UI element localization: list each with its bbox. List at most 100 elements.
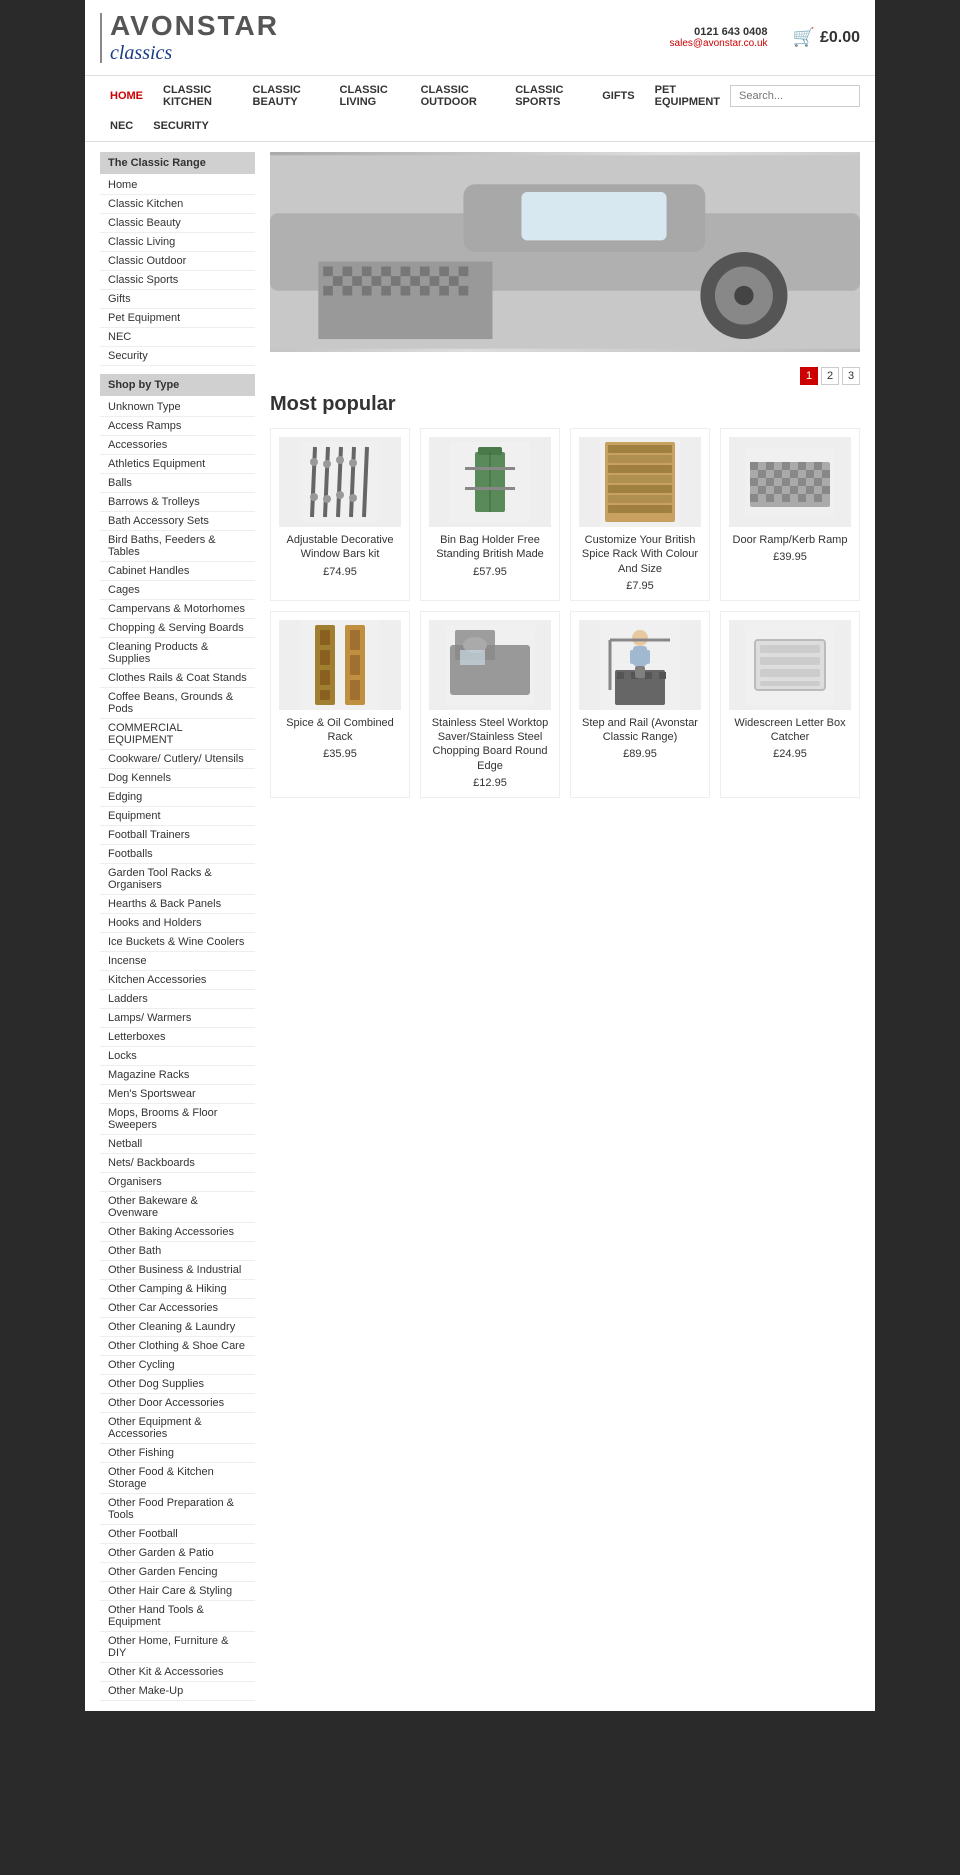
- sidebar-item-classic-kitchen[interactable]: Classic Kitchen: [100, 195, 255, 214]
- sidebar-item-other-door[interactable]: Other Door Accessories: [100, 1394, 255, 1413]
- nav-nec[interactable]: NEC: [100, 116, 143, 136]
- sidebar-item-other-hand-tools[interactable]: Other Hand Tools & Equipment: [100, 1601, 255, 1632]
- sidebar-item-other-baking[interactable]: Other Baking Accessories: [100, 1223, 255, 1242]
- sidebar-item-hearths[interactable]: Hearths & Back Panels: [100, 895, 255, 914]
- product-image: [279, 620, 401, 710]
- sidebar-item-other-home[interactable]: Other Home, Furniture & DIY: [100, 1632, 255, 1663]
- sidebar-item-bath-sets[interactable]: Bath Accessory Sets: [100, 512, 255, 531]
- nav-classic-beauty[interactable]: CLASSIC BEAUTY: [243, 76, 330, 116]
- sidebar-item-other-car[interactable]: Other Car Accessories: [100, 1299, 255, 1318]
- sidebar-item-other-food-prep[interactable]: Other Food Preparation & Tools: [100, 1494, 255, 1525]
- nav-gifts[interactable]: GIFTS: [592, 82, 644, 110]
- sidebar-item-athletics[interactable]: Athletics Equipment: [100, 455, 255, 474]
- sidebar-item-mens-sportswear[interactable]: Men's Sportswear: [100, 1085, 255, 1104]
- sidebar-item-other-business[interactable]: Other Business & Industrial: [100, 1261, 255, 1280]
- sidebar-item-other-cleaning[interactable]: Other Cleaning & Laundry: [100, 1318, 255, 1337]
- search-box[interactable]: [730, 85, 860, 107]
- sidebar-item-coffee[interactable]: Coffee Beans, Grounds & Pods: [100, 688, 255, 719]
- sidebar-item-balls[interactable]: Balls: [100, 474, 255, 493]
- sidebar-item-chopping[interactable]: Chopping & Serving Boards: [100, 619, 255, 638]
- sidebar-item-hooks[interactable]: Hooks and Holders: [100, 914, 255, 933]
- product-price: £7.95: [579, 580, 701, 592]
- sidebar-item-organisers[interactable]: Organisers: [100, 1173, 255, 1192]
- sidebar-item-magazine-racks[interactable]: Magazine Racks: [100, 1066, 255, 1085]
- sidebar-item-incense[interactable]: Incense: [100, 952, 255, 971]
- page-1[interactable]: 1: [800, 367, 818, 385]
- sidebar-item-barrows[interactable]: Barrows & Trolleys: [100, 493, 255, 512]
- product-card[interactable]: Step and Rail (Avonstar Classic Range) £…: [570, 611, 710, 798]
- page-2[interactable]: 2: [821, 367, 839, 385]
- sidebar-item-other-bath[interactable]: Other Bath: [100, 1242, 255, 1261]
- nav-home[interactable]: HOME: [100, 82, 153, 110]
- sidebar-item-pet-equipment[interactable]: Pet Equipment: [100, 309, 255, 328]
- sidebar-item-other-clothing[interactable]: Other Clothing & Shoe Care: [100, 1337, 255, 1356]
- sidebar-item-bird-baths[interactable]: Bird Baths, Feeders & Tables: [100, 531, 255, 562]
- sidebar-item-classic-sports[interactable]: Classic Sports: [100, 271, 255, 290]
- sidebar-item-other-makeup[interactable]: Other Make-Up: [100, 1682, 255, 1701]
- sidebar-item-ice-buckets[interactable]: Ice Buckets & Wine Coolers: [100, 933, 255, 952]
- sidebar-item-cookware[interactable]: Cookware/ Cutlery/ Utensils: [100, 750, 255, 769]
- product-card[interactable]: Door Ramp/Kerb Ramp £39.95: [720, 428, 860, 601]
- sidebar-item-accessories[interactable]: Accessories: [100, 436, 255, 455]
- product-card[interactable]: Stainless Steel Worktop Saver/Stainless …: [420, 611, 560, 798]
- sidebar-item-footballs[interactable]: Footballs: [100, 845, 255, 864]
- product-card[interactable]: Widescreen Letter Box Catcher £24.95: [720, 611, 860, 798]
- sidebar-item-nec[interactable]: NEC: [100, 328, 255, 347]
- sidebar-item-campervans[interactable]: Campervans & Motorhomes: [100, 600, 255, 619]
- sidebar-item-lamps[interactable]: Lamps/ Warmers: [100, 1009, 255, 1028]
- sidebar-item-other-football[interactable]: Other Football: [100, 1525, 255, 1544]
- sidebar-item-other-camping[interactable]: Other Camping & Hiking: [100, 1280, 255, 1299]
- sidebar-item-other-garden[interactable]: Other Garden & Patio: [100, 1544, 255, 1563]
- nav-classic-kitchen[interactable]: CLASSIC KITCHEN: [153, 76, 243, 116]
- sidebar-item-classic-beauty[interactable]: Classic Beauty: [100, 214, 255, 233]
- sidebar-item-other-bakeware[interactable]: Other Bakeware & Ovenware: [100, 1192, 255, 1223]
- cart-icon[interactable]: 🛒: [793, 27, 815, 48]
- sidebar-item-netball[interactable]: Netball: [100, 1135, 255, 1154]
- sidebar-item-cleaning[interactable]: Cleaning Products & Supplies: [100, 638, 255, 669]
- nav-classic-outdoor[interactable]: CLASSIC OUTDOOR: [411, 76, 506, 116]
- nav-top: HOME CLASSIC KITCHEN CLASSIC BEAUTY CLAS…: [100, 76, 860, 116]
- sidebar-item-other-dog[interactable]: Other Dog Supplies: [100, 1375, 255, 1394]
- product-card[interactable]: Bin Bag Holder Free Standing British Mad…: [420, 428, 560, 601]
- sidebar-item-access-ramps[interactable]: Access Ramps: [100, 417, 255, 436]
- sidebar-item-other-equipment[interactable]: Other Equipment & Accessories: [100, 1413, 255, 1444]
- sidebar-item-classic-living[interactable]: Classic Living: [100, 233, 255, 252]
- nav-security[interactable]: SECURITY: [143, 116, 219, 136]
- page-3[interactable]: 3: [842, 367, 860, 385]
- sidebar-item-classic-outdoor[interactable]: Classic Outdoor: [100, 252, 255, 271]
- sidebar-item-garden-tool-racks[interactable]: Garden Tool Racks & Organisers: [100, 864, 255, 895]
- sidebar-item-other-cycling[interactable]: Other Cycling: [100, 1356, 255, 1375]
- sidebar-item-other-fishing[interactable]: Other Fishing: [100, 1444, 255, 1463]
- sidebar-item-edging[interactable]: Edging: [100, 788, 255, 807]
- sidebar-item-other-kit[interactable]: Other Kit & Accessories: [100, 1663, 255, 1682]
- sidebar-item-cages[interactable]: Cages: [100, 581, 255, 600]
- sidebar-item-letterboxes[interactable]: Letterboxes: [100, 1028, 255, 1047]
- search-input[interactable]: [730, 85, 860, 107]
- product-card[interactable]: Customize Your British Spice Rack With C…: [570, 428, 710, 601]
- sidebar-item-other-food-storage[interactable]: Other Food & Kitchen Storage: [100, 1463, 255, 1494]
- sidebar-item-nets[interactable]: Nets/ Backboards: [100, 1154, 255, 1173]
- sidebar-item-equipment[interactable]: Equipment: [100, 807, 255, 826]
- nav-pet-equipment[interactable]: PET EQUIPMENT: [645, 76, 730, 116]
- sidebar-item-clothes-rails[interactable]: Clothes Rails & Coat Stands: [100, 669, 255, 688]
- sidebar-item-football-trainers[interactable]: Football Trainers: [100, 826, 255, 845]
- sidebar-item-gifts[interactable]: Gifts: [100, 290, 255, 309]
- sidebar-item-other-hair[interactable]: Other Hair Care & Styling: [100, 1582, 255, 1601]
- sidebar-item-commercial[interactable]: COMMERCIAL EQUIPMENT: [100, 719, 255, 750]
- product-card[interactable]: Spice & Oil Combined Rack £35.95: [270, 611, 410, 798]
- sidebar-item-other-garden-fencing[interactable]: Other Garden Fencing: [100, 1563, 255, 1582]
- sidebar-item-security[interactable]: Security: [100, 347, 255, 366]
- sidebar-item-mops[interactable]: Mops, Brooms & Floor Sweepers: [100, 1104, 255, 1135]
- sidebar-item-ladders[interactable]: Ladders: [100, 990, 255, 1009]
- product-image: [429, 437, 551, 527]
- sidebar-item-cabinet-handles[interactable]: Cabinet Handles: [100, 562, 255, 581]
- sidebar-item-unknown-type[interactable]: Unknown Type: [100, 398, 255, 417]
- product-card[interactable]: Adjustable Decorative Window Bars kit £7…: [270, 428, 410, 601]
- nav-classic-sports[interactable]: CLASSIC SPORTS: [505, 76, 592, 116]
- sidebar-item-kitchen-accessories[interactable]: Kitchen Accessories: [100, 971, 255, 990]
- nav-classic-living[interactable]: CLASSIC LIVING: [330, 76, 411, 116]
- sidebar-item-dog-kennels[interactable]: Dog Kennels: [100, 769, 255, 788]
- sidebar-item-home[interactable]: Home: [100, 176, 255, 195]
- most-popular-title: Most popular: [270, 393, 860, 416]
- sidebar-item-locks[interactable]: Locks: [100, 1047, 255, 1066]
